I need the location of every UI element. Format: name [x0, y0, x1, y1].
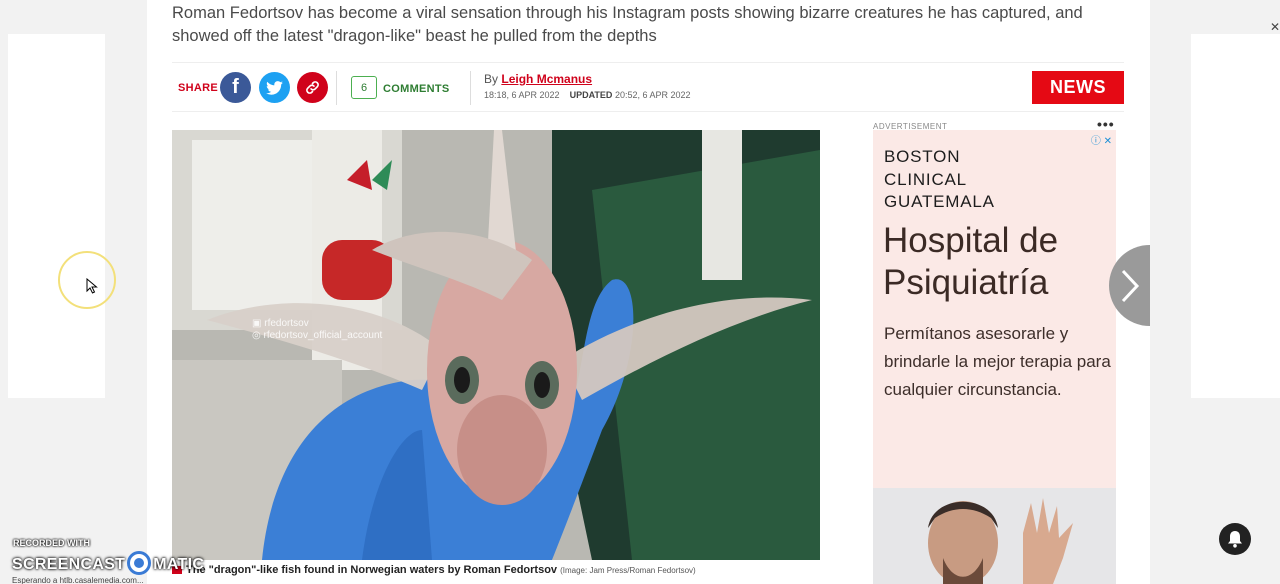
instagram-icon: ◎	[252, 330, 264, 341]
divider	[470, 71, 471, 105]
facebook-icon: f	[232, 76, 239, 98]
share-label: SHARE	[178, 82, 219, 94]
updated-time: 20:52, 6 APR 2022	[614, 90, 691, 100]
adchoices-icon[interactable]: ⓘ ✕	[1091, 132, 1112, 147]
byline: By Leigh Mcmanus	[484, 72, 592, 86]
divider	[336, 71, 337, 105]
image-watermark: ▣ rfedortsov ◎ rfedortsov_official_accou…	[252, 318, 382, 342]
byline-prefix: By	[484, 72, 499, 86]
comment-count-badge[interactable]: 6	[351, 76, 377, 99]
link-icon	[306, 81, 319, 94]
left-ad-rail	[8, 34, 105, 398]
ad-headline-line: Psiquiatría	[883, 263, 1049, 302]
close-icon[interactable]: ✕	[1270, 20, 1280, 34]
recorder-brand-a: SCREENCAST	[12, 556, 126, 573]
comments-link[interactable]: COMMENTS	[383, 83, 450, 95]
facebook-share-button[interactable]: f	[220, 72, 251, 103]
ad-person-image	[873, 488, 1116, 584]
watermark-instagram-handle: rfedortsov_official_account	[263, 330, 383, 341]
ad-photo	[873, 488, 1116, 584]
ad-org-line: GUATEMALA	[884, 192, 995, 211]
timestamps: 18:18, 6 APR 2022 UPDATED 20:52, 6 APR 2…	[484, 90, 691, 100]
twitter-icon	[266, 80, 283, 95]
twitter-icon: ▣	[252, 318, 265, 329]
fish-photo	[172, 130, 820, 560]
share-bar: SHARE f 6 COMMENTS By Leigh Mcmanus 18:1…	[172, 62, 1124, 112]
image-credit: (Image: Jam Press/Roman Fedortsov)	[560, 566, 696, 575]
screencast-logo-icon	[127, 551, 152, 575]
updated-label: UPDATED	[569, 90, 613, 100]
caption-text: The "dragon"-like fish found in Norwegia…	[186, 564, 558, 576]
section-tag-news[interactable]: NEWS	[1032, 71, 1124, 104]
mouse-cursor-icon	[86, 278, 98, 294]
published-time: 18:18, 6 APR 2022	[484, 90, 560, 100]
ad-headline: Hospital de Psiquiatría	[883, 220, 1058, 304]
author-link[interactable]: Leigh Mcmanus	[501, 72, 592, 86]
recorder-brand: SCREENCAST MATIC	[12, 551, 204, 575]
browser-status-text: Esperando a htlb.casalemedia.com...	[12, 576, 144, 584]
recorder-brand-b: MATIC	[153, 556, 205, 573]
right-ad-rail	[1191, 34, 1280, 398]
bell-icon	[1228, 531, 1242, 548]
ad-headline-line: Hospital de	[883, 221, 1059, 260]
ad-org-name: BOSTON CLINICAL GUATEMALA	[884, 146, 995, 214]
recorder-label: RECORDED WITH	[13, 538, 90, 548]
watermark-twitter-handle: rfedortsov	[264, 318, 309, 329]
article-hero-image[interactable]: ▣ rfedortsov ◎ rfedortsov_official_accou…	[172, 130, 820, 560]
twitter-share-button[interactable]	[259, 72, 290, 103]
article-standfirst: Roman Fedortsov has become a viral sensa…	[172, 4, 1083, 45]
ad-body-text: Permítanos asesorarle y brindarle la mej…	[884, 324, 1111, 399]
notifications-button[interactable]	[1219, 523, 1251, 555]
chevron-right-icon	[1121, 269, 1139, 302]
ad-org-line: BOSTON	[884, 147, 961, 166]
ad-org-line: CLINICAL	[884, 169, 967, 189]
image-caption: The "dragon"-like fish found in Norwegia…	[172, 564, 696, 576]
copy-link-button[interactable]	[297, 72, 328, 103]
sidebar-advertisement[interactable]: ⓘ ✕ BOSTON CLINICAL GUATEMALA Hospital d…	[873, 130, 1116, 584]
